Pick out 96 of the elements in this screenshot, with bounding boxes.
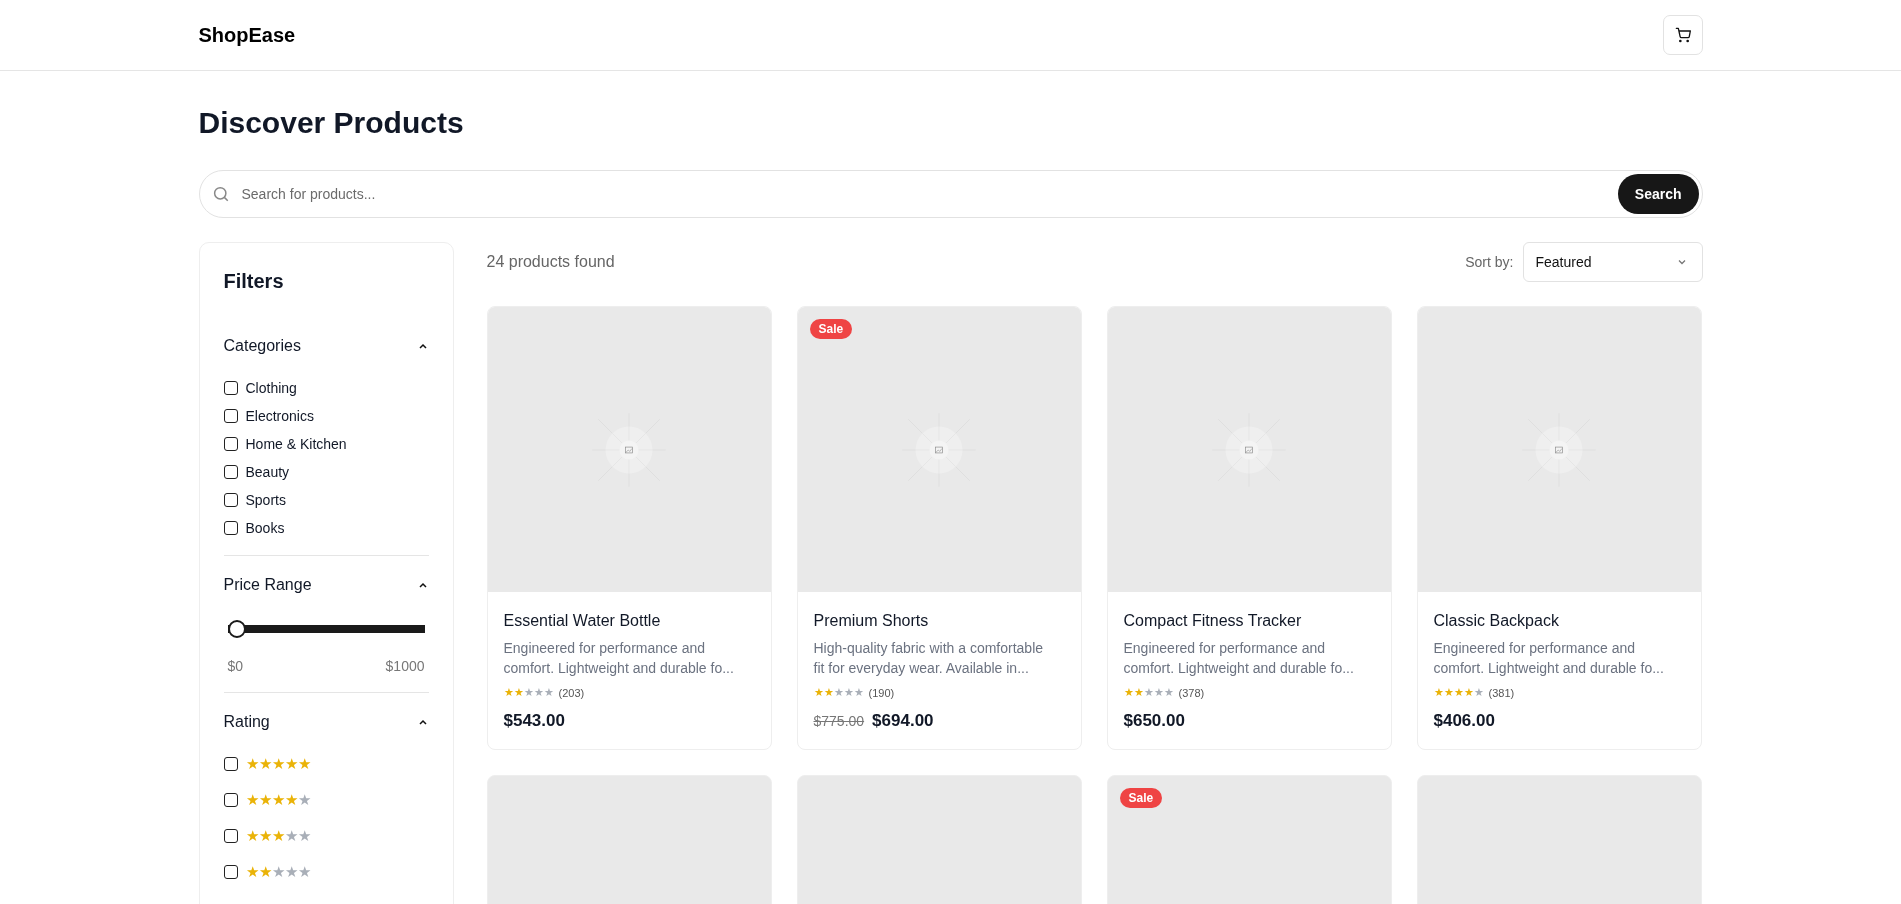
category-label: Sports <box>245 491 286 509</box>
star-icon: ★ <box>1153 686 1164 698</box>
sort-dropdown[interactable]: Featured <box>1522 242 1703 282</box>
section-title: Price Range <box>223 576 312 594</box>
product-name: Classic Backpack <box>1433 612 1560 630</box>
star-icon: ★ <box>284 755 298 772</box>
section-title: Rating <box>223 713 270 731</box>
checkbox[interactable] <box>223 437 238 451</box>
product-card[interactable]: Sale <box>1106 775 1392 904</box>
product-price: $694.00 <box>872 711 934 731</box>
star-icon: ★ <box>245 791 259 808</box>
checkbox[interactable] <box>223 829 238 843</box>
checkbox[interactable] <box>223 465 238 479</box>
checkbox[interactable] <box>223 493 238 507</box>
star-icon: ★ <box>533 686 544 698</box>
product-price: $406.00 <box>1433 711 1495 731</box>
star-icon: ★ <box>1143 686 1154 698</box>
sale-badge: Sale <box>809 319 853 339</box>
star-icon: ★ <box>1123 686 1134 698</box>
product-description: Engineered for performance and comfort. Lightweight and durable fo... <box>503 639 735 678</box>
search-button[interactable]: Search <box>1617 174 1699 214</box>
cart-button[interactable] <box>1662 15 1703 55</box>
sale-badge: Sale <box>1119 788 1163 808</box>
cart-icon <box>1674 27 1691 43</box>
star-icon: ★ <box>258 863 272 880</box>
star-icon: ★ <box>823 686 834 698</box>
section-title: Categories <box>223 337 301 355</box>
star-icon: ★ <box>284 791 298 808</box>
product-card[interactable]: Compact Fitness Tracker Engineered for performance and comfort. Lightweight and durable fo... ★★★★★ (378) $650.00 <box>1106 306 1392 750</box>
star-icon: ★ <box>258 827 272 844</box>
star-icon: ★ <box>1473 686 1484 698</box>
checkbox[interactable] <box>223 865 238 879</box>
star-icon: ★ <box>297 863 311 880</box>
star-icon: ★ <box>1453 686 1464 698</box>
min-price-label: $0 <box>227 658 244 674</box>
star-icon: ★ <box>543 686 554 698</box>
review-count: (381) <box>1488 686 1515 699</box>
star-icon: ★ <box>284 863 298 880</box>
star-icon: ★ <box>297 827 311 844</box>
results-count: 24 products found <box>486 253 615 271</box>
checkbox[interactable] <box>223 381 238 395</box>
star-icon: ★ <box>271 791 285 808</box>
star-icon: ★ <box>813 686 824 698</box>
logo[interactable]: ShopEase <box>198 23 296 47</box>
checkbox[interactable] <box>223 757 238 771</box>
product-card[interactable]: Essential Water Bottle Engineered for performance and comfort. Lightweight and durable fo... ★★★★★ (203) $543.00 <box>486 306 772 750</box>
star-icon: ★ <box>258 755 272 772</box>
product-description: High-quality fabric with a comfortable fit for everyday wear. Available in... <box>813 639 1045 678</box>
checkbox[interactable] <box>223 793 238 807</box>
page-title: Discover Products <box>198 105 465 141</box>
product-name: Essential Water Bottle <box>503 612 662 630</box>
filters-title: Filters <box>223 270 285 293</box>
star-icon: ★ <box>523 686 534 698</box>
review-count: (203) <box>558 686 585 699</box>
product-name: Compact Fitness Tracker <box>1123 612 1303 630</box>
star-icon: ★ <box>245 755 259 772</box>
product-description: Engineered for performance and comfort. Lightweight and durable fo... <box>1433 639 1665 678</box>
product-card[interactable]: Classic Backpack Engineered for performance and comfort. Lightweight and durable fo... ★★★★★ (381) $406.00 <box>1416 306 1702 750</box>
category-label: Books <box>245 519 285 537</box>
checkbox[interactable] <box>223 521 238 535</box>
product-description: Engineered for performance and comfort. Lightweight and durable fo... <box>1123 639 1355 678</box>
product-price: $543.00 <box>503 711 565 731</box>
slider-thumb[interactable] <box>227 620 246 638</box>
review-count: (378) <box>1178 686 1205 699</box>
star-icon: ★ <box>271 827 285 844</box>
star-icon: ★ <box>513 686 524 698</box>
star-icon: ★ <box>1133 686 1144 698</box>
star-icon: ★ <box>1443 686 1454 698</box>
star-icon: ★ <box>1433 686 1444 698</box>
star-icon: ★ <box>833 686 844 698</box>
star-icon: ★ <box>245 863 259 880</box>
star-icon: ★ <box>245 827 259 844</box>
star-icon: ★ <box>284 827 298 844</box>
sort-label: Sort by: <box>1465 254 1514 270</box>
checkbox[interactable] <box>223 409 238 423</box>
category-label: Beauty <box>245 463 290 481</box>
star-icon: ★ <box>843 686 854 698</box>
star-icon: ★ <box>258 791 272 808</box>
category-label: Home & Kitchen <box>245 435 347 453</box>
star-icon: ★ <box>853 686 864 698</box>
category-label: Electronics <box>245 407 314 425</box>
star-icon: ★ <box>503 686 514 698</box>
star-icon: ★ <box>271 755 285 772</box>
star-icon: ★ <box>271 863 285 880</box>
star-icon: ★ <box>1463 686 1474 698</box>
star-icon: ★ <box>1163 686 1174 698</box>
review-count: (190) <box>868 686 895 699</box>
star-icon: ★ <box>297 791 311 808</box>
product-card[interactable]: Sale Premium Shorts High-quality fabric with a comfortable fit for everyday wear. Available in... ★★★★★ (190) $775.00 $694.00 <box>796 306 1082 750</box>
category-label: Clothing <box>245 379 297 397</box>
max-price-label: $1000 <box>385 658 425 674</box>
original-price: $775.00 <box>813 713 865 729</box>
search-icon <box>211 185 230 203</box>
product-price: $650.00 <box>1123 711 1185 731</box>
product-name: Premium Shorts <box>813 612 930 630</box>
star-icon: ★ <box>297 755 311 772</box>
